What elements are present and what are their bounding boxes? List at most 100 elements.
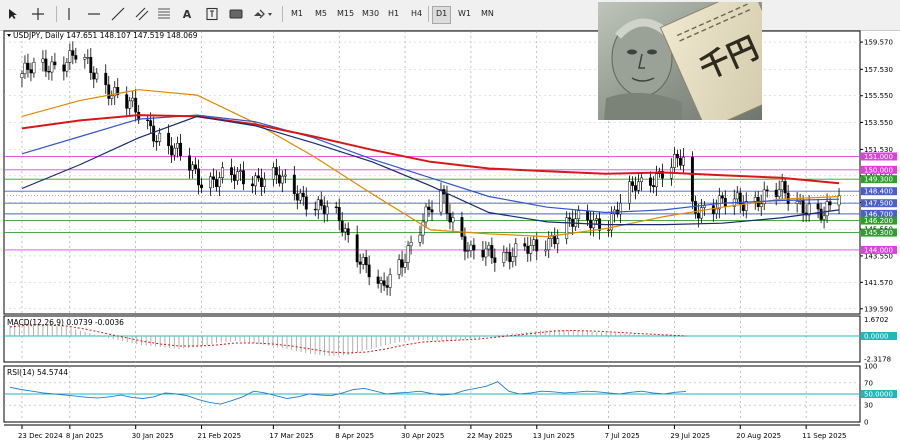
candle-body — [505, 251, 509, 254]
candle-body — [104, 72, 108, 86]
candle-body — [439, 189, 443, 213]
candle-body — [672, 153, 676, 168]
candle-body — [529, 245, 533, 254]
candle-body — [403, 262, 407, 268]
candle-body — [502, 251, 506, 263]
candle-body — [759, 203, 763, 207]
time-tick-label: 30 Jan 2025 — [132, 432, 174, 440]
price-tick-label: 157.530 — [864, 66, 893, 74]
candle-body — [230, 167, 233, 176]
time-tick-label: 13 Jun 2025 — [533, 432, 575, 440]
price-tick-label: 159.570 — [864, 39, 893, 47]
candle-body — [514, 243, 518, 257]
candle-body — [511, 256, 515, 262]
candle-body — [735, 192, 739, 200]
candle-body — [47, 71, 51, 73]
candle-body — [197, 168, 200, 186]
candle-body — [526, 245, 530, 254]
time-tick-label: 23 Dec 2024 — [18, 432, 63, 440]
candle-body — [484, 248, 488, 258]
banknote-image: 千円 — [598, 2, 762, 120]
candle-body — [170, 145, 174, 156]
price-chart-area[interactable]: 23 Dec 2024 8 Jan 2025 30 Jan 2025 21 Feb 2… — [0, 0, 900, 444]
candle-body — [26, 62, 30, 70]
candle-body — [634, 185, 637, 191]
candle-body — [696, 212, 700, 219]
time-tick-label: 21 Feb 2025 — [198, 432, 242, 440]
candle-body — [29, 69, 33, 74]
macd-title: MACD(12,26,9) 0.0739 -0.0036 — [7, 318, 124, 327]
candle-body — [301, 192, 305, 198]
candle-body — [406, 245, 410, 263]
rsi-tick-label: 30 — [864, 402, 873, 410]
candle-body — [358, 261, 362, 265]
candle-body — [86, 57, 90, 59]
time-tick-label: 8 Apr 2025 — [335, 432, 374, 440]
candle-body — [298, 192, 302, 201]
candle-body — [723, 197, 727, 207]
candle-body — [780, 181, 784, 191]
candle-body — [556, 238, 560, 245]
candle-body — [385, 285, 389, 288]
candle-body — [271, 167, 275, 180]
candle-body — [711, 205, 715, 214]
symbol-title: USDJPY, Daily 147.651 148.107 147.519 14… — [13, 31, 198, 40]
candle-body — [173, 147, 177, 156]
time-tick-label: 8 Jan 2025 — [66, 432, 104, 440]
time-tick-label: 11 Sep 2025 — [802, 432, 846, 440]
candle-body — [490, 245, 494, 259]
candle-body — [481, 249, 485, 258]
candle-body — [523, 243, 527, 247]
candle-body — [44, 58, 48, 72]
candle-body — [107, 84, 111, 99]
candle-body — [188, 155, 192, 171]
candle-body — [472, 244, 476, 251]
candle-body — [508, 251, 512, 262]
macd-tick-label: 1.6702 — [864, 316, 889, 324]
candle-body — [568, 217, 572, 220]
candle-body — [304, 196, 308, 210]
candle-body — [167, 132, 171, 147]
candle-body — [376, 276, 380, 284]
candle-body — [577, 210, 581, 220]
rsi-line — [9, 381, 687, 405]
candle-body — [427, 206, 431, 210]
rsi-tick-label: 100 — [864, 363, 877, 371]
candle-body — [400, 259, 404, 268]
candle-body — [430, 209, 434, 213]
candle-body — [236, 171, 239, 181]
candle-body — [262, 178, 266, 187]
candle-body — [448, 212, 452, 223]
candle-body — [62, 64, 66, 72]
candle-body — [801, 200, 805, 214]
candle-body — [565, 217, 569, 239]
candle-body — [544, 249, 548, 252]
candle-body — [421, 221, 425, 236]
candle-body — [382, 280, 386, 286]
candle-body — [690, 156, 694, 202]
candle-body — [238, 170, 242, 172]
candle-body — [274, 167, 278, 176]
candle-body — [110, 95, 114, 99]
candle-body — [200, 184, 203, 189]
candle-body — [337, 207, 341, 222]
candle-body — [466, 250, 470, 252]
candle-body — [292, 174, 296, 195]
candle-body — [535, 239, 539, 252]
candle-body — [553, 235, 557, 245]
candle-body — [547, 238, 551, 251]
candle-body — [218, 177, 221, 188]
candle-body — [209, 176, 212, 189]
candle-body — [640, 177, 643, 183]
candle-body — [445, 193, 449, 214]
rsi-tick-label: 50.0000 — [864, 391, 893, 399]
level-tag-label: 148.400 — [864, 188, 893, 196]
price-tick-label: 153.550 — [864, 119, 893, 127]
candle-body — [637, 181, 640, 191]
trading-terminal: A M1 M5 M15 M30 H1 H4 D1 W1 MN 23 Dec 20… — [0, 0, 900, 444]
candle-body — [397, 259, 401, 275]
candle-body — [795, 201, 799, 204]
candle-body — [631, 181, 634, 186]
macd-tick-label: 0.0000 — [864, 333, 889, 341]
level-tag-label: 146.200 — [864, 217, 893, 225]
